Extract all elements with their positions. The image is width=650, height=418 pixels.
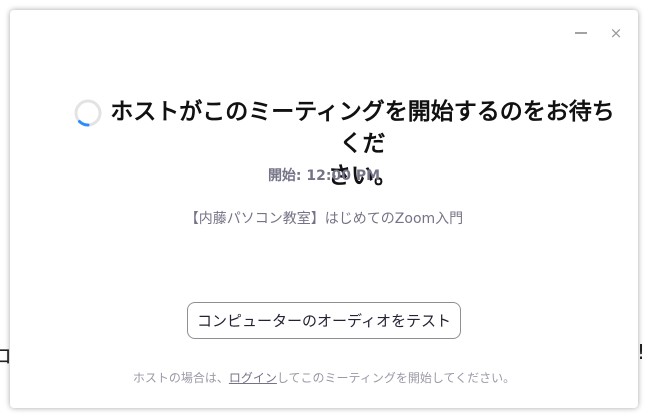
footer-suffix: してこのミーティングを開始してください。 — [276, 371, 516, 385]
waiting-room-dialog: × ホストがこのミーティングを開始するのをお待ちくだ さい。 開始: 12:00… — [10, 10, 638, 408]
host-login-prompt: ホストの場合は、ログインしてこのミーティングを開始してください。 — [10, 369, 638, 386]
background-text-fragment: ! — [637, 340, 646, 364]
meeting-name: 【内藤パソコン教室】はじめてのZoom入門 — [184, 211, 464, 227]
login-link[interactable]: ログイン — [229, 371, 277, 385]
test-computer-audio-button[interactable]: コンピューターのオーディオをテスト — [187, 302, 461, 339]
meeting-start-time: 開始: 12:00 PM — [267, 168, 381, 184]
close-icon[interactable]: × — [607, 24, 625, 42]
loading-spinner-icon — [74, 99, 102, 127]
waiting-title-line1: ホストがこのミーティングを開始するのをお待ちくだ — [110, 99, 615, 157]
minimize-icon[interactable] — [572, 24, 590, 42]
footer-prefix: ホストの場合は、 — [132, 371, 229, 385]
